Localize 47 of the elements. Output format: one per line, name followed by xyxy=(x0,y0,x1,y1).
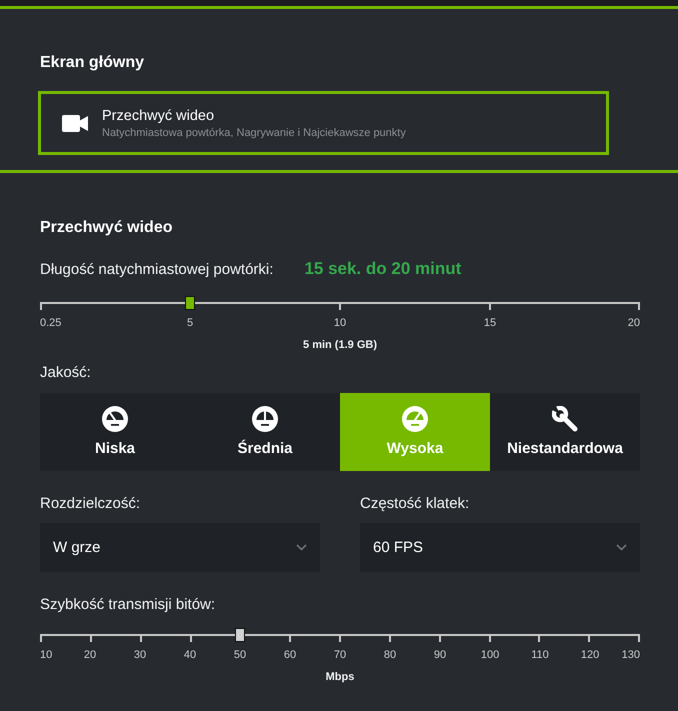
tick-label: 80 xyxy=(384,648,396,662)
quality-option[interactable]: Niestandardowa xyxy=(490,393,640,471)
chevron-icon xyxy=(616,544,627,551)
slider-thumb[interactable] xyxy=(234,628,245,642)
dropdown[interactable]: W grze xyxy=(40,523,320,572)
tick-label: 70 xyxy=(334,648,346,662)
slider-value-label: Mbps xyxy=(326,670,354,684)
tick-label: 50 xyxy=(234,648,246,662)
tick-label: 5 xyxy=(186,316,194,330)
dropdown[interactable]: 60 FPS xyxy=(360,523,640,572)
gauge-icon xyxy=(402,406,428,432)
section-title: Ekran główny xyxy=(40,53,144,73)
tick-label: 20 xyxy=(628,316,640,330)
field-label: Długość natychmiastowej powtórki: xyxy=(40,260,274,280)
tick-label: 10 xyxy=(334,316,346,330)
slider-value-label: 5 min (1.9 GB) xyxy=(303,338,377,352)
chevron-icon xyxy=(296,544,307,551)
tick-label: 10 xyxy=(40,648,52,662)
tick-label: 60 xyxy=(284,648,296,662)
section-title: Przechwyć wideo xyxy=(40,218,172,238)
tick-label: 40 xyxy=(184,648,196,662)
range-text: 15 sek. do 20 minut xyxy=(304,259,462,279)
tick-label: 20 xyxy=(84,648,96,662)
gauge-icon xyxy=(252,406,278,432)
tick-label: 130 xyxy=(622,648,640,662)
slider-track[interactable] xyxy=(40,628,640,642)
tick-label: 120 xyxy=(580,648,600,662)
field-label: Rozdzielczość: xyxy=(40,494,140,514)
tick-label: 110 xyxy=(531,648,549,662)
card-title: Przechwyć wideo xyxy=(102,106,214,124)
video-camera-icon xyxy=(62,114,88,132)
card-subtitle: Natychmiastowa powtórka, Nagrywanie i Najciekawsze punkty xyxy=(102,126,406,140)
tick-label: 15 xyxy=(484,316,496,330)
wrench-icon xyxy=(552,406,578,432)
tick-label: 100 xyxy=(480,648,500,662)
quality-option[interactable]: Niska xyxy=(40,393,190,471)
slider-thumb[interactable] xyxy=(185,296,195,310)
tick-label: 0.25 xyxy=(40,316,62,330)
quality-option[interactable]: Średnia xyxy=(190,393,340,471)
tick-label: 30 xyxy=(134,648,146,662)
gauge-icon xyxy=(102,406,128,432)
slider-track[interactable] xyxy=(40,296,640,310)
field-label: Szybkość transmisji bitów: xyxy=(40,595,216,615)
field-label: Częstość klatek: xyxy=(360,494,470,514)
capture-card[interactable]: Przechwyć wideo Natychmiastowa powtórka, Nagrywanie i Najciekawsze punkty xyxy=(38,91,609,155)
field-label: Jakość: xyxy=(40,363,91,383)
tick-label: 90 xyxy=(434,648,446,662)
